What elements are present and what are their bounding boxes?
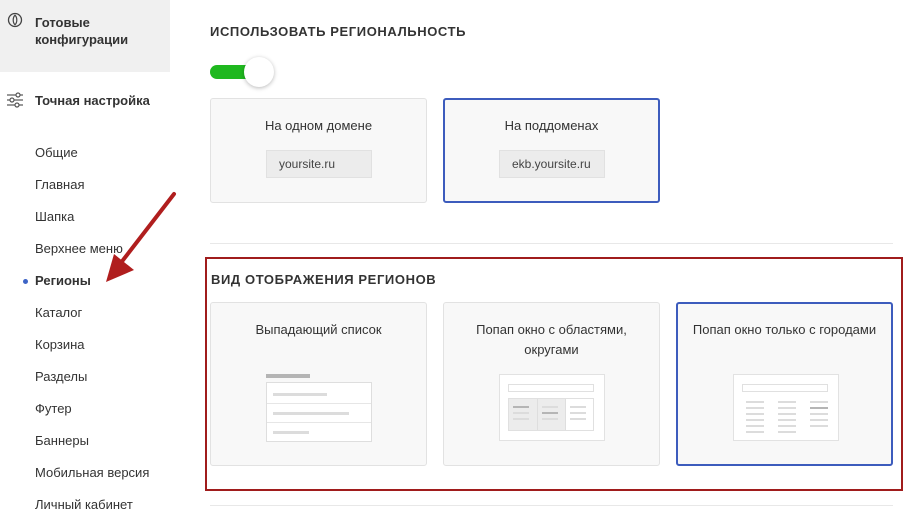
sidebar-item-cart[interactable]: Корзина bbox=[0, 329, 170, 361]
sidebar-item-label: Разделы bbox=[35, 369, 88, 384]
ready-configurations-item[interactable]: Готовые конфигурации bbox=[0, 0, 170, 72]
option-label: На одном домене bbox=[264, 118, 373, 133]
option-label: Выпадающий список bbox=[255, 322, 382, 337]
active-indicator-dot bbox=[23, 279, 28, 284]
sidebar-item-label: Мобильная версия bbox=[35, 465, 150, 480]
option-popup-cities[interactable]: Попап окно только с городами bbox=[676, 302, 893, 466]
section-divider bbox=[210, 243, 893, 244]
annotation-arrow-icon bbox=[106, 192, 176, 282]
sidebar-item-label: Баннеры bbox=[35, 433, 89, 448]
sidebar-item-label: Личный кабинет bbox=[35, 497, 133, 512]
sidebar-item-label: Главная bbox=[35, 177, 85, 192]
sidebar-item-catalog[interactable]: Каталог bbox=[0, 297, 170, 329]
sidebar-item-label: Футер bbox=[35, 401, 72, 416]
option-popup-regions[interactable]: Попап окно с областями, округами bbox=[443, 302, 660, 466]
sidebar-item-account[interactable]: Личный кабинет bbox=[0, 489, 170, 521]
ready-configurations-label: Готовые конфигурации bbox=[35, 15, 129, 47]
toggle-knob bbox=[244, 57, 274, 87]
sidebar-item-general[interactable]: Общие bbox=[0, 137, 170, 169]
configuration-icon bbox=[7, 12, 23, 28]
domain-example: yoursite.ru bbox=[266, 150, 372, 178]
regionality-section-title: ИСПОЛЬЗОВАТЬ РЕГИОНАЛЬНОСТЬ bbox=[210, 24, 467, 39]
sidebar-item-label: Шапка bbox=[35, 209, 75, 224]
domain-example: ekb.yoursite.ru bbox=[499, 150, 605, 178]
section-divider bbox=[210, 505, 893, 506]
sliders-icon bbox=[7, 92, 23, 108]
dropdown-illustration bbox=[266, 374, 372, 442]
option-dropdown-list[interactable]: Выпадающий список bbox=[210, 302, 427, 466]
sidebar-item-footer[interactable]: Футер bbox=[0, 393, 170, 425]
option-subdomains[interactable]: На поддоменах ekb.yoursite.ru bbox=[443, 98, 660, 203]
sidebar-item-sections[interactable]: Разделы bbox=[0, 361, 170, 393]
popup-cities-illustration bbox=[733, 374, 839, 441]
option-label: Попап окно с областями, округами bbox=[476, 322, 627, 357]
fine-tuning-heading: Точная настройка bbox=[35, 93, 150, 108]
option-label: Попап окно только с городами bbox=[692, 322, 877, 337]
option-label: На поддоменах bbox=[504, 118, 599, 133]
sidebar-item-label: Корзина bbox=[35, 337, 85, 352]
display-section-title: ВИД ОТОБРАЖЕНИЯ РЕГИОНОВ bbox=[211, 272, 437, 287]
sidebar-item-label: Регионы bbox=[35, 273, 91, 288]
sidebar-item-label: Каталог bbox=[35, 305, 83, 320]
option-single-domain[interactable]: На одном домене yoursite.ru bbox=[210, 98, 427, 203]
sidebar-item-label: Общие bbox=[35, 145, 78, 160]
popup-regions-illustration bbox=[499, 374, 605, 441]
sidebar-item-mobile[interactable]: Мобильная версия bbox=[0, 457, 170, 489]
sidebar-item-banners[interactable]: Баннеры bbox=[0, 425, 170, 457]
regionality-toggle[interactable] bbox=[210, 57, 276, 87]
